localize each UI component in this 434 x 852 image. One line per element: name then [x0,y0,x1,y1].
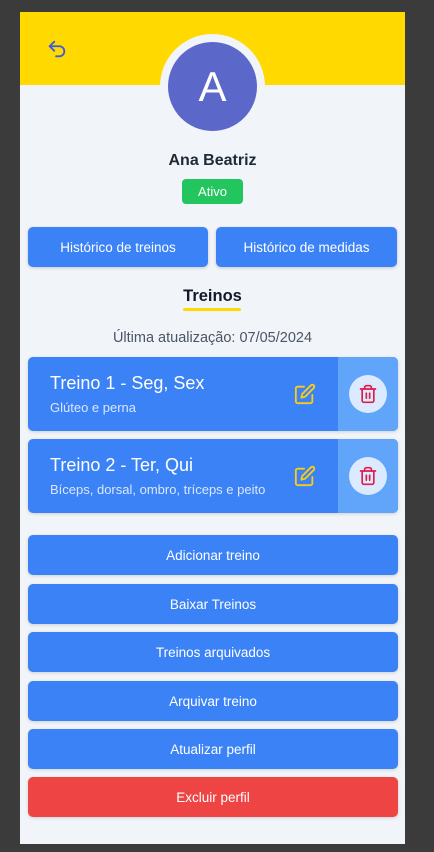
measures-history-button[interactable]: Histórico de medidas [216,227,397,267]
delete-zone [338,439,398,513]
profile-screen: A Ana Beatriz Ativo Histórico de treinos… [20,12,405,844]
workout-title: Treino 2 - Ter, Qui [50,455,194,475]
profile-name: Ana Beatriz [168,152,257,169]
workout-history-button[interactable]: Histórico de treinos [28,227,208,267]
workout-subtitle: Glúteo e perna [50,400,137,415]
pencil-icon [294,465,316,487]
workout-subtitle: Bíceps, dorsal, ombro, tríceps e peito [50,482,266,497]
section-underline [183,308,241,311]
workout-title: Treino 1 - Seg, Sex [50,373,205,393]
undo-arrow-icon [48,40,66,58]
last-update-text: Última atualização: 07/05/2024 [112,330,313,346]
delete-profile-button[interactable]: Excluir perfil [28,777,398,817]
delete-workout-button[interactable] [349,457,387,495]
delete-zone [338,357,398,431]
download-workouts-button[interactable]: Baixar Treinos [28,584,398,624]
pencil-icon [294,383,316,405]
back-button[interactable] [44,36,70,62]
avatar: A [168,42,257,131]
edit-workout-button[interactable] [294,465,316,487]
archive-workout-button[interactable]: Arquivar treino [28,681,398,721]
workout-card[interactable]: Treino 2 - Ter, Qui Bíceps, dorsal, ombr… [28,439,398,513]
add-workout-button[interactable]: Adicionar treino [28,535,398,575]
trash-icon [359,384,377,404]
section-title-workouts: Treinos [183,287,242,305]
workout-card[interactable]: Treino 1 - Seg, Sex Glúteo e perna [28,357,398,431]
edit-workout-button[interactable] [294,383,316,405]
status-badge: Ativo [182,179,243,204]
archived-workouts-button[interactable]: Treinos arquivados [28,632,398,672]
update-profile-button[interactable]: Atualizar perfil [28,729,398,769]
delete-workout-button[interactable] [349,375,387,413]
trash-icon [359,466,377,486]
